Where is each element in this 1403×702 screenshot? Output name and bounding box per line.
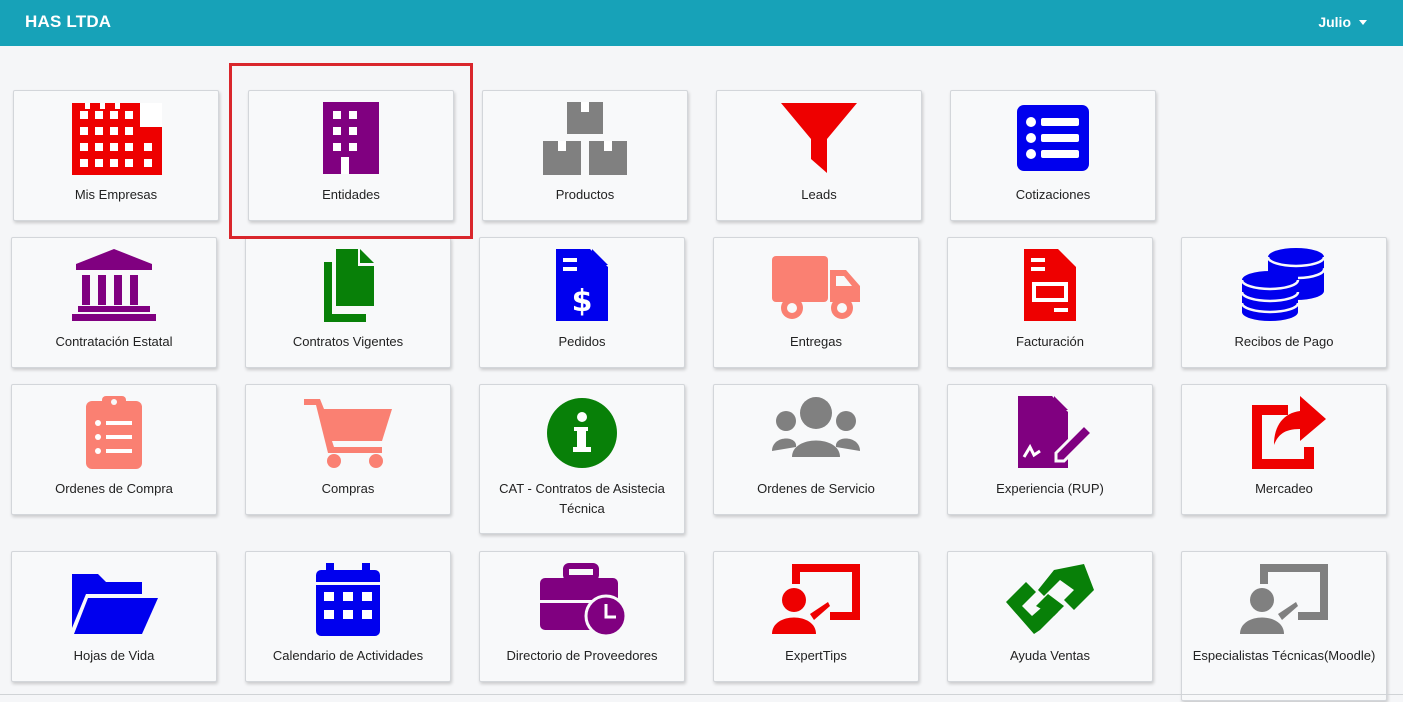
tile-label: Ordenes de Compra [55, 481, 173, 496]
tile-contratacion-estatal[interactable]: Contratación Estatal [11, 237, 217, 368]
tile-label: Entregas [789, 334, 843, 349]
tile-recibos-de-pago[interactable]: Recibos de Pago [1181, 237, 1387, 368]
tile-contratos-vigentes[interactable]: Contratos Vigentes [245, 237, 451, 368]
tile-label: Experiencia (RUP) [996, 481, 1104, 496]
footer-divider [0, 694, 1403, 695]
navbar: HAS LTDA Julio [0, 0, 1403, 46]
tile-label: Pedidos [558, 334, 606, 349]
tile-label: Compras [321, 481, 375, 496]
tile-productos[interactable]: Productos [482, 90, 688, 221]
tile-label: Contratación Estatal [55, 334, 173, 349]
tile-label: Recibos de Pago [1234, 334, 1334, 349]
caret-down-icon[interactable] [1359, 19, 1367, 25]
tile-label: Ayuda Ventas [1010, 648, 1090, 663]
tile-label: Directorio de Proveedores [506, 648, 658, 663]
tile-label: Cotizaciones [1015, 187, 1091, 202]
handshake-icon [1004, 562, 1096, 636]
tile-cat-contratos[interactable]: CAT - Contratos de Asistecia Técnica [479, 384, 685, 534]
tile-label: Leads [801, 187, 837, 202]
chalkboard-teacher-icon [1238, 562, 1330, 636]
tile-label: Mercadeo [1255, 481, 1313, 496]
tile-especialistas-tecnicas[interactable]: Especialistas Técnicas(Moodle) [1181, 551, 1387, 701]
brand-title[interactable]: HAS LTDA [25, 12, 111, 32]
users-icon [770, 395, 862, 469]
tile-label: Ordenes de Servicio [757, 481, 875, 496]
tile-label: Facturación [1016, 334, 1084, 349]
coins-icon [1238, 248, 1330, 322]
calendar-icon [302, 562, 394, 636]
industry-icon [70, 101, 162, 175]
tile-ordenes-de-compra[interactable]: Ordenes de Compra [11, 384, 217, 515]
boxes-icon [539, 101, 631, 175]
bank-icon [68, 248, 160, 322]
invoice-icon [1004, 248, 1096, 322]
tile-pedidos[interactable]: $ Pedidos [479, 237, 685, 368]
tile-calendario[interactable]: Calendario de Actividades [245, 551, 451, 682]
tile-label: Contratos Vigentes [292, 334, 404, 349]
tile-leads[interactable]: Leads [716, 90, 922, 221]
truck-icon [770, 248, 862, 322]
file-signature-icon [1004, 395, 1096, 469]
share-square-icon [1238, 395, 1330, 469]
tile-cotizaciones[interactable]: Cotizaciones [950, 90, 1156, 221]
tile-mis-empresas[interactable]: Mis Empresas [13, 90, 219, 221]
tile-ayuda-ventas[interactable]: Ayuda Ventas [947, 551, 1153, 682]
info-circle-icon [536, 395, 628, 469]
shopping-cart-icon [302, 395, 394, 469]
tile-label: Especialistas Técnicas(Moodle) [1192, 648, 1376, 663]
tile-label: Entidades [322, 187, 380, 202]
tile-entregas[interactable]: Entregas [713, 237, 919, 368]
copy-icon [302, 248, 394, 322]
user-menu[interactable]: Julio [1318, 14, 1367, 30]
tile-label: Productos [555, 187, 615, 202]
invoice-dollar-icon: $ [536, 248, 628, 322]
tile-directorio-proveedores[interactable]: Directorio de Proveedores [479, 551, 685, 682]
tile-hojas-de-vida[interactable]: Hojas de Vida [11, 551, 217, 682]
chalkboard-teacher-icon [770, 562, 862, 636]
tile-entidades[interactable]: Entidades [248, 90, 454, 221]
tile-facturacion[interactable]: Facturación [947, 237, 1153, 368]
tile-label: Mis Empresas [74, 187, 158, 202]
svg-text:$: $ [572, 284, 593, 319]
building-icon [305, 101, 397, 175]
folder-open-icon [68, 562, 160, 636]
business-time-icon [536, 562, 628, 636]
tile-compras[interactable]: Compras [245, 384, 451, 515]
tile-label: Calendario de Actividades [272, 648, 424, 663]
funnel-icon [773, 101, 865, 175]
tile-label: Hojas de Vida [73, 648, 155, 663]
user-name[interactable]: Julio [1318, 14, 1351, 30]
tile-ordenes-de-servicio[interactable]: Ordenes de Servicio [713, 384, 919, 515]
tile-mercadeo[interactable]: Mercadeo [1181, 384, 1387, 515]
tile-label: ExpertTips [785, 648, 847, 663]
tile-label: CAT - Contratos de Asistecia Técnica [499, 481, 665, 516]
list-icon [1007, 101, 1099, 175]
tile-experttips[interactable]: ExpertTips [713, 551, 919, 682]
tile-experiencia-rup[interactable]: Experiencia (RUP) [947, 384, 1153, 515]
clipboard-list-icon [68, 395, 160, 469]
